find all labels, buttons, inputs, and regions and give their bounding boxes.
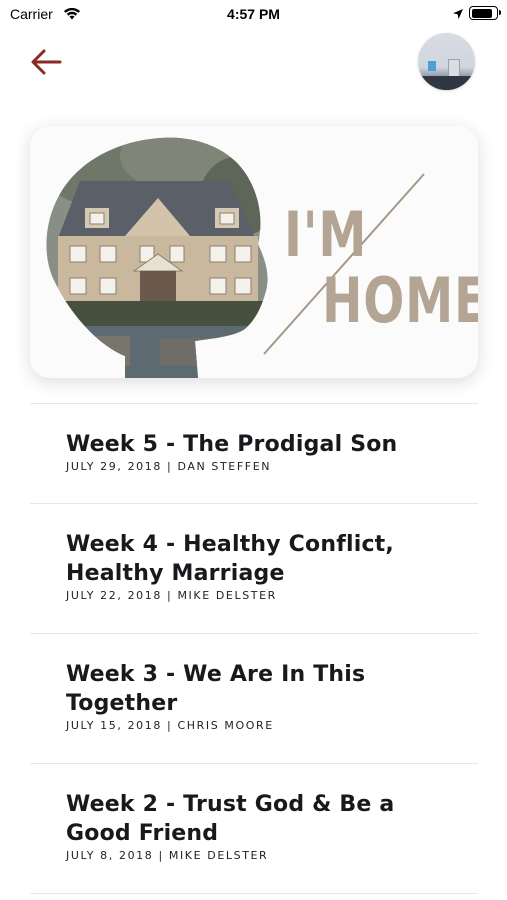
divider (30, 893, 478, 894)
sermon-title: Week 4 - Healthy Conflict, Healthy Marri… (66, 532, 394, 586)
sermon-title: Week 3 - We Are In This Together (66, 662, 366, 716)
sermon-meta: JULY 29, 2018 | DAN STEFFEN (66, 460, 272, 473)
sermon-list-item[interactable]: Week 4 - Healthy Conflict, Healthy Marri… (30, 504, 478, 633)
arrow-left-icon (31, 49, 62, 75)
banner-title-line1: I'M (284, 198, 368, 271)
sermon-meta: JULY 15, 2018 | CHRIS MOORE (66, 719, 274, 732)
banner-title-line2: HOME (322, 264, 478, 337)
sermon-meta: JULY 22, 2018 | MIKE DELSTER (66, 589, 277, 602)
sermon-title: Week 2 - Trust God & Be a Good Friend (66, 792, 395, 846)
status-bar: Carrier 4:57 PM (0, 0, 507, 30)
sermon-title: Week 5 - The Prodigal Son (66, 432, 398, 457)
user-avatar[interactable] (418, 33, 475, 90)
location-arrow-icon (453, 9, 463, 19)
sermon-list-item[interactable]: Week 2 - Trust God & Be a Good Friend JU… (30, 764, 478, 893)
house-silhouette-image (46, 137, 425, 378)
sermon-list-item[interactable]: Week 5 - The Prodigal Son JULY 29, 2018 … (30, 404, 478, 503)
sermon-list-item[interactable]: Week 3 - We Are In This Together JULY 15… (30, 634, 478, 763)
sermon-meta: JULY 8, 2018 | MIKE DELSTER (66, 849, 269, 862)
battery-icon (469, 6, 501, 20)
back-button[interactable] (26, 42, 66, 82)
series-banner[interactable]: I'M HOME (30, 126, 478, 378)
clock: 4:57 PM (227, 6, 280, 22)
